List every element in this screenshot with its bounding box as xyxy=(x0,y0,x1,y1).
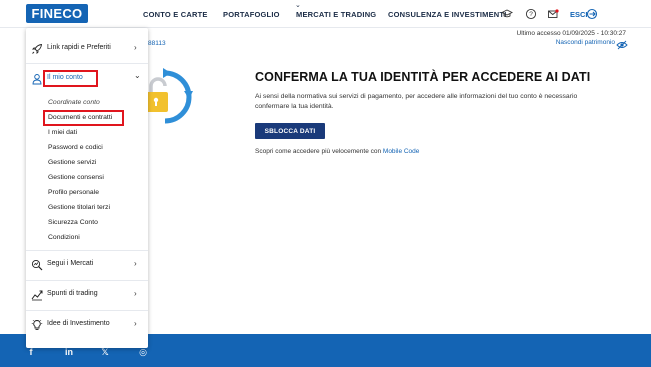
menu-divider xyxy=(26,250,148,251)
account-number: 88113 xyxy=(148,40,166,47)
chevron-down-icon: ⌄ xyxy=(295,2,301,9)
logout-link[interactable]: ESCI xyxy=(570,10,588,19)
nav-conto-e-carte[interactable]: CONTO E CARTE xyxy=(143,10,208,19)
page: FINECO CONTO E CARTE PORTAFOGLIO ⌄ MERCA… xyxy=(0,0,651,367)
menu-item-idee-di-investimento[interactable]: Idee di Investimento › xyxy=(26,314,148,334)
menu-item-link-rapidi[interactable]: Link rapidi e Preferiti › xyxy=(26,38,148,58)
top-navigation-bar: FINECO CONTO E CARTE PORTAFOGLIO ⌄ MERCA… xyxy=(0,0,651,28)
svg-text:?: ? xyxy=(529,11,533,18)
facebook-icon[interactable]: f xyxy=(25,347,37,357)
unlock-data-button[interactable]: SBLOCCA DATI xyxy=(255,123,325,139)
chevron-right-icon: › xyxy=(134,259,137,268)
menu-divider xyxy=(26,310,148,311)
trading-icon xyxy=(31,288,43,301)
submenu-gestione-consensi[interactable]: Gestione consensi xyxy=(48,174,104,181)
hide-assets-link[interactable]: Nascondi patrimonio xyxy=(556,39,615,46)
highlight-box-documenti xyxy=(43,110,124,126)
menu-item-label: Spunti di trading xyxy=(47,290,98,297)
page-title: CONFERMA LA TUA IDENTITÀ PER ACCEDERE AI… xyxy=(255,70,591,84)
chevron-right-icon: › xyxy=(134,319,137,328)
main-menu-dropdown: Link rapidi e Preferiti › Il mio conto ⌄… xyxy=(26,28,148,348)
nav-consulenza-e-investimenti[interactable]: CONSULENZA E INVESTIMENTI xyxy=(388,10,506,19)
mobile-code-link[interactable]: Mobile Code xyxy=(383,148,420,155)
instagram-icon[interactable]: ◎ xyxy=(137,347,149,358)
mail-notification-icon[interactable] xyxy=(547,8,559,20)
menu-divider xyxy=(26,280,148,281)
linkedin-icon[interactable]: in xyxy=(63,347,75,357)
menu-divider xyxy=(26,63,148,64)
submenu-condizioni[interactable]: Condizioni xyxy=(48,234,80,241)
chevron-down-icon: ⌄ xyxy=(134,71,141,80)
mobile-note-text: Scopri come accedere più velocemente con xyxy=(255,148,383,155)
menu-item-spunti-di-trading[interactable]: Spunti di trading › xyxy=(26,284,148,304)
submenu-i-miei-dati[interactable]: I miei dati xyxy=(48,129,77,136)
eye-hidden-icon[interactable] xyxy=(616,37,628,55)
graduation-cap-icon[interactable] xyxy=(501,8,513,20)
submenu-gestione-servizi[interactable]: Gestione servizi xyxy=(48,159,96,166)
x-icon[interactable]: 𝕏 xyxy=(99,347,111,358)
chevron-right-icon: › xyxy=(134,289,137,298)
lightbulb-icon xyxy=(31,318,43,330)
menu-item-segui-i-mercati[interactable]: Segui i Mercati › xyxy=(26,254,148,274)
submenu-profilo-personale[interactable]: Profilo personale xyxy=(48,189,99,196)
fineco-logo[interactable]: FINECO xyxy=(26,4,88,23)
nav-portafoglio[interactable]: PORTAFOGLIO xyxy=(223,10,280,19)
menu-item-label: Link rapidi e Preferiti xyxy=(47,44,111,51)
submenu-coordinate-conto[interactable]: Coordinate conto xyxy=(48,99,100,106)
submenu-sicurezza-conto[interactable]: Sicurezza Conto xyxy=(48,219,98,226)
person-icon xyxy=(31,72,43,85)
submenu-gestione-titolari-terzi[interactable]: Gestione titolari terzi xyxy=(48,204,110,211)
chevron-right-icon: › xyxy=(134,43,137,52)
menu-item-label: Segui i Mercati xyxy=(47,260,94,267)
nav-mercati-e-trading[interactable]: MERCATI E TRADING xyxy=(296,10,376,19)
help-icon[interactable]: ? xyxy=(525,8,537,20)
rocket-icon xyxy=(31,42,43,55)
last-access-info: Ultimo accesso 01/09/2025 - 10:30:27 xyxy=(516,30,626,37)
highlight-box-il-mio-conto xyxy=(43,70,98,87)
logout-icon[interactable] xyxy=(586,8,598,20)
magnifier-chart-icon xyxy=(31,258,43,271)
identity-description: Ai sensi della normativa sui servizi di … xyxy=(255,93,578,110)
mobile-code-note: Scopri come accedere più velocemente con… xyxy=(255,148,419,155)
menu-item-label: Idee di Investimento xyxy=(47,320,110,327)
submenu-password-e-codici[interactable]: Password e codici xyxy=(48,144,103,151)
